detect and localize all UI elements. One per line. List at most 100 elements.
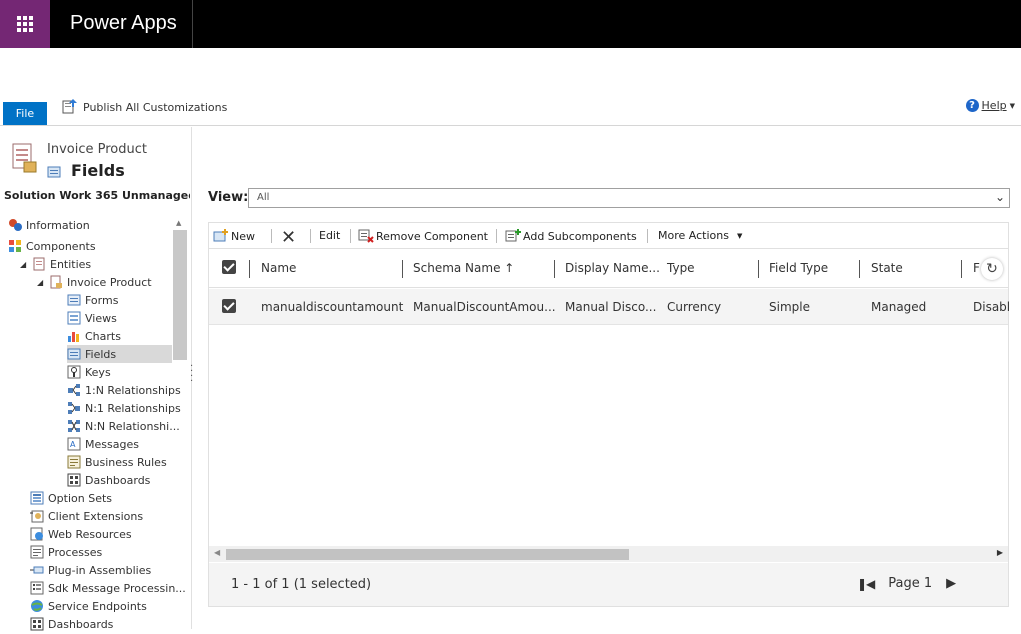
column-divider[interactable] — [859, 260, 860, 278]
remove-icon — [358, 229, 374, 243]
remove-component-button[interactable]: Remove Component — [358, 229, 488, 243]
column-divider[interactable] — [249, 260, 250, 278]
column-header-type[interactable]: Type — [667, 261, 695, 275]
delete-button[interactable]: ✕ — [281, 227, 296, 248]
refresh-icon: ↻ — [986, 261, 998, 277]
more-actions-button[interactable]: More Actions ▼ — [658, 229, 742, 242]
tree-item-plugin-assemblies[interactable]: Plug-in Assemblies — [30, 561, 151, 579]
fields-icon — [47, 164, 61, 178]
information-icon — [8, 218, 22, 232]
fields-icon — [67, 347, 81, 361]
tree-item-nn-relationships[interactable]: N:N Relationshi... — [67, 417, 180, 435]
more-actions-label: More Actions — [658, 229, 729, 242]
solution-name: Solution Work 365 Unmanaged C... — [4, 189, 190, 202]
forms-icon — [67, 293, 81, 307]
divider — [271, 229, 272, 243]
tree-item-fields[interactable]: Fields — [67, 345, 172, 363]
cell-name[interactable]: manualdiscountamount — [261, 300, 403, 314]
tree-item-business-rules[interactable]: Business Rules — [67, 453, 167, 471]
column-header-state[interactable]: State — [871, 261, 903, 275]
tree-item-invoice-product[interactable]: ◢ Invoice Product — [37, 273, 152, 291]
tree-item-label: Processes — [48, 545, 103, 559]
tree-item-dashboards[interactable]: Dashboards — [30, 615, 113, 633]
first-page-icon[interactable]: ❚◀ — [857, 577, 875, 591]
tree-item-label: N:N Relationshi... — [85, 419, 180, 433]
page-number: Page 1 — [888, 576, 933, 591]
view-selector[interactable]: All ⌄ — [248, 188, 1010, 208]
column-divider[interactable] — [758, 260, 759, 278]
add-icon — [505, 229, 521, 243]
svg-text:A: A — [70, 440, 76, 449]
tree-item-web-resources[interactable]: Web Resources — [30, 525, 132, 543]
horizontal-scrollbar-thumb[interactable] — [226, 549, 629, 560]
next-page-icon[interactable]: ▶ — [946, 576, 956, 591]
column-divider[interactable] — [554, 260, 555, 278]
remove-label: Remove Component — [376, 229, 488, 243]
tree-item-option-sets[interactable]: Option Sets — [30, 489, 112, 507]
publish-all-button[interactable]: Publish All Customizations — [62, 98, 227, 117]
select-all-checkbox[interactable] — [222, 260, 236, 274]
divider — [350, 229, 351, 243]
refresh-button[interactable]: ↻ — [981, 258, 1003, 280]
tree-item-keys[interactable]: Keys — [67, 363, 111, 381]
tree-item-label: Client Extensions — [48, 509, 144, 523]
business-rules-icon — [67, 455, 81, 469]
tree-item-n1-relationships[interactable]: N:1 Relationships — [67, 399, 181, 417]
tree-item-charts[interactable]: Charts — [67, 327, 121, 345]
column-divider[interactable] — [961, 260, 962, 278]
globe-icon — [30, 599, 44, 613]
tree-item-label: Option Sets — [48, 491, 113, 505]
column-header-field-type[interactable]: Field Type — [769, 261, 828, 275]
expand-icon[interactable]: ◢ — [37, 278, 45, 287]
dashboard-icon — [67, 473, 81, 487]
column-header-schema-name[interactable]: Schema Name ↑ — [413, 261, 514, 275]
edit-button[interactable]: Edit — [319, 229, 340, 242]
chevron-down-icon: ▼ — [736, 231, 743, 240]
publish-label: Publish All Customizations — [83, 101, 228, 114]
scroll-right-icon[interactable]: ▶ — [997, 548, 1003, 557]
close-icon: ✕ — [281, 227, 297, 248]
column-header-truncated[interactable]: F — [973, 261, 980, 275]
horizontal-scrollbar[interactable]: ◀ ▶ — [209, 546, 1008, 562]
tree-item-label: Keys — [85, 365, 111, 379]
expand-icon[interactable]: ◢ — [20, 260, 28, 269]
new-icon — [213, 229, 228, 243]
app-launcher-button[interactable] — [0, 0, 50, 48]
tree-item-components[interactable]: Components — [8, 237, 96, 255]
row-checkbox[interactable] — [222, 299, 236, 313]
column-divider[interactable] — [402, 260, 403, 278]
tree-item-processes[interactable]: Processes — [30, 543, 102, 561]
column-header-name[interactable]: Name — [261, 261, 296, 275]
tree-item-1n-relationships[interactable]: 1:N Relationships — [67, 381, 181, 399]
app-title[interactable]: Power Apps — [70, 12, 177, 35]
scroll-up-icon[interactable]: ▲ — [176, 219, 181, 227]
tree-item-label: Service Endpoints — [48, 599, 147, 613]
entity-icon — [10, 142, 40, 180]
tree-item-messages[interactable]: A Messages — [67, 435, 139, 453]
tree-item-client-extensions[interactable]: Client Extensions — [30, 507, 143, 525]
tree-scrollbar-thumb[interactable] — [173, 230, 187, 360]
pager: ❚◀ Page 1 ▶ — [857, 576, 956, 591]
tree-item-forms[interactable]: Forms — [67, 291, 118, 309]
scroll-left-icon[interactable]: ◀ — [214, 548, 220, 557]
pane-splitter-handle[interactable]: · · · · — [190, 362, 193, 387]
tree-item-label: Information — [26, 218, 90, 232]
tree-item-entities[interactable]: ◢ Entities — [20, 255, 91, 273]
view-label: View: — [208, 190, 249, 205]
file-button[interactable]: File — [3, 102, 47, 125]
components-icon — [8, 239, 22, 253]
tree-item-service-endpoints[interactable]: Service Endpoints — [30, 597, 147, 615]
tree-item-views[interactable]: Views — [67, 309, 117, 327]
add-subcomponents-button[interactable]: Add Subcomponents — [505, 229, 637, 243]
tree-item-dashboards-sub[interactable]: Dashboards — [67, 471, 150, 489]
cell-display-name: Manual Disco... — [565, 300, 657, 314]
chevron-down-icon: ▼ — [1009, 101, 1015, 110]
new-button[interactable]: New — [213, 229, 255, 243]
relationship-icon — [67, 401, 81, 415]
tree-item-information[interactable]: Information — [8, 216, 90, 234]
grid-footer: 1 - 1 of 1 (1 selected) ❚◀ Page 1 ▶ — [209, 563, 1008, 606]
table-row[interactable]: manualdiscountamount ManualDiscountAmou.… — [209, 289, 1010, 325]
help-button[interactable]: ? Help ▼ — [965, 99, 1015, 112]
tree-item-sdk-message[interactable]: Sdk Message Processin... — [30, 579, 186, 597]
column-header-display-name[interactable]: Display Name... — [565, 261, 660, 275]
